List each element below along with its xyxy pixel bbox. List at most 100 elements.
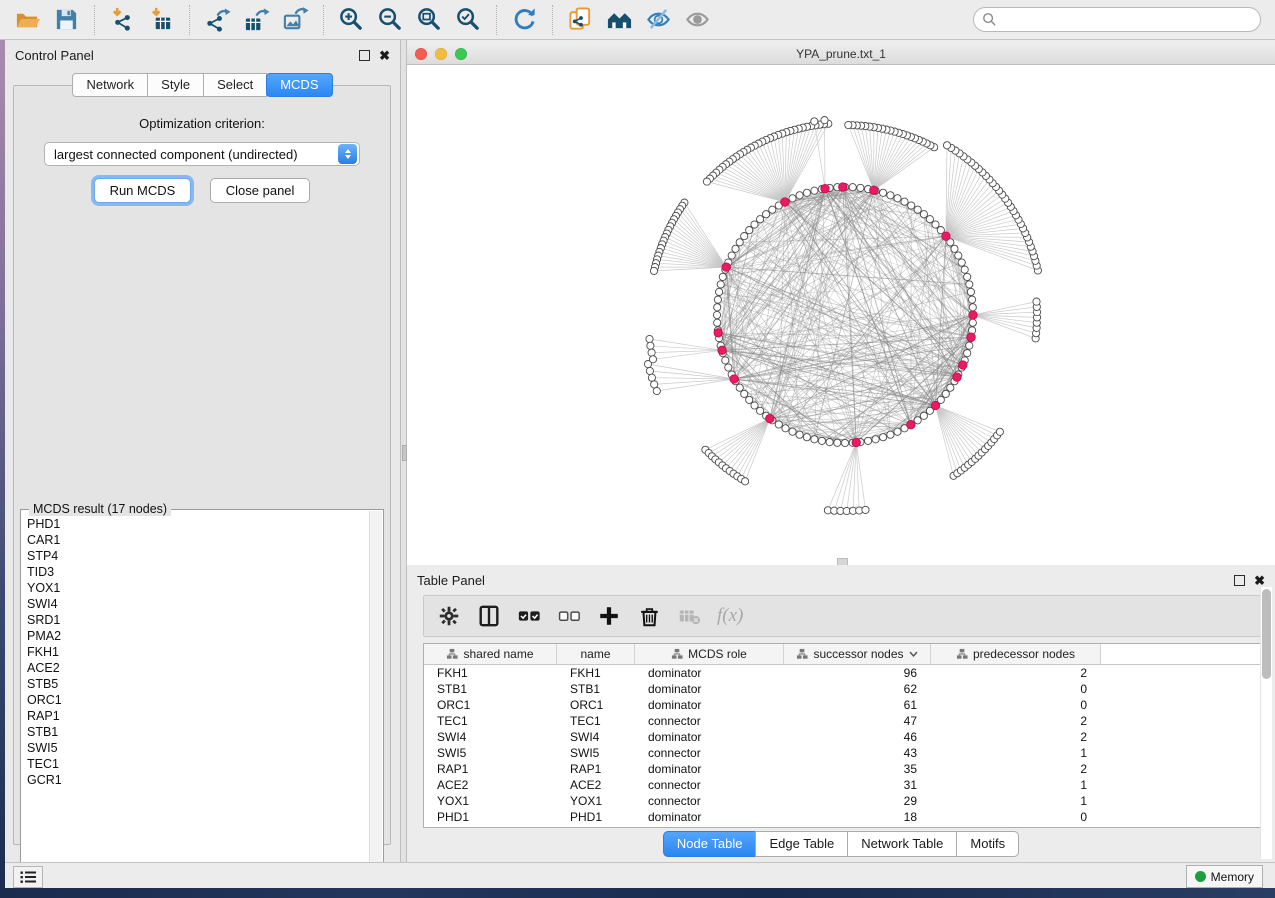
graph-mcds-node[interactable] — [870, 186, 878, 194]
graph-node[interactable] — [803, 189, 810, 196]
graph-satellite-node[interactable] — [811, 118, 818, 125]
graph-node[interactable] — [947, 384, 954, 391]
graph-node[interactable] — [789, 195, 796, 202]
graph-node[interactable] — [741, 390, 748, 397]
maximize-window-icon[interactable] — [455, 48, 467, 60]
graph-node[interactable] — [757, 407, 764, 414]
graph-node[interactable] — [914, 206, 921, 213]
mcds-result-item[interactable]: RAP1 — [27, 708, 369, 724]
graph-node[interactable] — [796, 431, 803, 438]
home-button[interactable] — [600, 4, 639, 35]
table-scrollbar-thumb[interactable] — [1262, 589, 1271, 679]
network-canvas[interactable] — [407, 65, 1275, 565]
mcds-result-item[interactable]: GCR1 — [27, 772, 369, 788]
select-all-button[interactable] — [512, 602, 546, 630]
graph-mcds-node[interactable] — [718, 346, 726, 354]
graph-node[interactable] — [719, 273, 726, 280]
graph-node[interactable] — [841, 439, 848, 446]
mcds-result-item[interactable]: SWI5 — [27, 740, 369, 756]
settings-button[interactable] — [432, 602, 466, 630]
graph-satellite-node[interactable] — [862, 506, 869, 513]
graph-mcds-node[interactable] — [722, 263, 730, 271]
graph-node[interactable] — [746, 396, 753, 403]
export-network-button[interactable] — [198, 4, 237, 35]
import-network-button[interactable] — [103, 4, 142, 35]
graph-node[interactable] — [894, 428, 901, 435]
column-header-MCDS-role[interactable]: MCDS role — [635, 644, 784, 664]
table-scrollbar[interactable] — [1260, 587, 1272, 859]
graph-node[interactable] — [736, 384, 743, 391]
graph-node[interactable] — [782, 425, 789, 432]
table-row[interactable]: ACE2ACE2connector311 — [424, 777, 1265, 793]
graph-node[interactable] — [969, 304, 976, 311]
import-table-button[interactable] — [142, 4, 181, 35]
graph-node[interactable] — [803, 434, 810, 441]
graph-node[interactable] — [951, 245, 958, 252]
table-row[interactable]: TEC1TEC1connector472 — [424, 713, 1265, 729]
graph-mcds-node[interactable] — [781, 198, 789, 206]
graph-node[interactable] — [914, 417, 921, 424]
table-row[interactable]: PHD1PHD1dominator180 — [424, 809, 1265, 825]
column-header-shared-name[interactable]: shared name — [424, 644, 557, 664]
graph-satellite-node[interactable] — [821, 117, 828, 124]
graph-node[interactable] — [880, 434, 887, 441]
graph-node[interactable] — [725, 364, 732, 371]
graph-node[interactable] — [920, 412, 927, 419]
graph-node[interactable] — [865, 437, 872, 444]
graph-node[interactable] — [714, 296, 721, 303]
copy-network-button[interactable] — [561, 4, 600, 35]
graph-satellite-node[interactable] — [650, 267, 657, 274]
table-row[interactable]: SWI5SWI5connector431 — [424, 745, 1265, 761]
save-button[interactable] — [47, 4, 86, 35]
zoom-out-button[interactable] — [371, 4, 410, 35]
graph-node[interactable] — [955, 252, 962, 259]
zoom-fit-button[interactable] — [410, 4, 449, 35]
graph-node[interactable] — [872, 436, 879, 443]
graph-node[interactable] — [969, 296, 976, 303]
graph-mcds-node[interactable] — [730, 375, 738, 383]
mcds-result-item[interactable]: SWI4 — [27, 596, 369, 612]
close-window-icon[interactable] — [415, 48, 427, 60]
graph-node[interactable] — [901, 198, 908, 205]
graph-mcds-node[interactable] — [714, 329, 722, 337]
graph-mcds-node[interactable] — [931, 401, 939, 409]
mcds-result-item[interactable]: FKH1 — [27, 644, 369, 660]
float-panel-icon[interactable] — [359, 50, 370, 61]
graph-node[interactable] — [908, 202, 915, 209]
graph-node[interactable] — [811, 187, 818, 194]
mcds-result-item[interactable]: PMA2 — [27, 628, 369, 644]
zoom-in-button[interactable] — [332, 4, 371, 35]
graph-node[interactable] — [887, 431, 894, 438]
graph-mcds-node[interactable] — [942, 232, 950, 240]
graph-node[interactable] — [751, 402, 758, 409]
graph-node[interactable] — [894, 195, 901, 202]
graph-satellite-node[interactable] — [653, 387, 660, 394]
tab-network-table[interactable]: Network Table — [847, 831, 957, 857]
open-folder-button[interactable] — [8, 4, 47, 35]
show-eye-button[interactable] — [678, 4, 717, 35]
graph-node[interactable] — [834, 439, 841, 446]
delete-button[interactable] — [632, 602, 666, 630]
graph-node[interactable] — [751, 221, 758, 228]
graph-node[interactable] — [966, 342, 973, 349]
tab-edge-table[interactable]: Edge Table — [755, 831, 848, 857]
mcds-result-item[interactable]: STB5 — [27, 676, 369, 692]
graph-satellite-node[interactable] — [648, 374, 655, 381]
graph-node[interactable] — [811, 436, 818, 443]
mcds-result-item[interactable]: ORC1 — [27, 692, 369, 708]
tab-motifs[interactable]: Motifs — [956, 831, 1019, 857]
graph-node[interactable] — [746, 227, 753, 234]
tab-network[interactable]: Network — [72, 73, 148, 97]
graph-satellite-node[interactable] — [845, 121, 852, 128]
search-box[interactable] — [973, 7, 1261, 32]
graph-node[interactable] — [789, 428, 796, 435]
mcds-result-item[interactable]: TEC1 — [27, 756, 369, 772]
graph-node[interactable] — [880, 189, 887, 196]
graph-node[interactable] — [961, 266, 968, 273]
graph-satellite-node[interactable] — [648, 349, 655, 356]
graph-node[interactable] — [728, 252, 735, 259]
float-table-panel-icon[interactable] — [1234, 575, 1245, 586]
graph-node[interactable] — [966, 281, 973, 288]
export-image-button[interactable] — [276, 4, 315, 35]
graph-node[interactable] — [716, 288, 723, 295]
